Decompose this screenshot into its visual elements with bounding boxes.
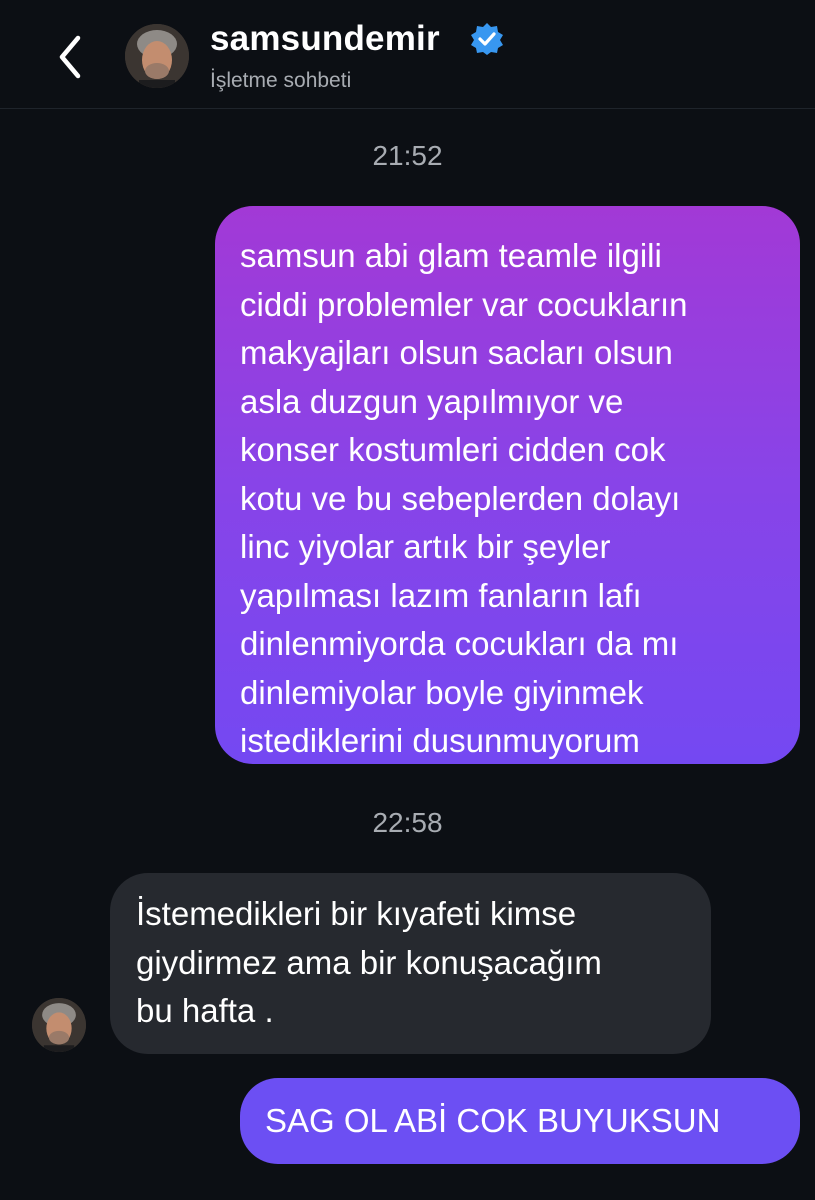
chat-header: samsundemir İşletme sohbeti <box>0 0 815 109</box>
message-line: konser kostumleri cidden cok <box>240 431 666 468</box>
sender-avatar[interactable] <box>32 998 86 1052</box>
contact-avatar[interactable] <box>125 24 189 88</box>
message-line: yapılması lazım fanların lafı <box>240 576 642 614</box>
verified-badge-icon <box>470 22 504 56</box>
message-line: istediklerini dusunmuyorum <box>240 722 640 759</box>
message-line: samsun abi glam teamle ilgili <box>240 237 662 274</box>
message-line: ciddi problemler var cocukların <box>240 285 688 323</box>
message-line: makyajları olsun sacları olsun <box>240 334 673 371</box>
message-line: bu hafta . <box>136 992 274 1029</box>
message-line: giydirmez ama bir konuşacağım <box>136 943 602 981</box>
outgoing-message-bubble[interactable]: SAG OL ABİ COK BUYUKSUN <box>240 1078 800 1164</box>
message-text: SAG OL ABİ COK BUYUKSUN <box>265 1102 721 1139</box>
message-line: İstemedikleri bir kıyafeti kimse <box>136 895 577 932</box>
back-button[interactable] <box>50 30 90 84</box>
message-timestamp: 22:58 <box>372 807 443 838</box>
avatar-photo-icon <box>125 24 189 88</box>
outgoing-message-bubble[interactable]: samsun abi glam teamle ilgili ciddi prob… <box>215 206 800 764</box>
contact-name[interactable]: samsundemir <box>210 18 440 60</box>
message-timestamp: 21:52 <box>372 140 443 171</box>
message-line: dinlenmiyorda cocukları da mı <box>240 625 679 662</box>
message-line: asla duzgun yapılmıyor ve <box>240 382 624 420</box>
avatar-photo-icon <box>32 998 86 1052</box>
message-line: linc yiyolar artık bir şeyler <box>240 528 611 565</box>
incoming-message-bubble[interactable]: İstemedikleri bir kıyafeti kimse giydirm… <box>110 873 711 1054</box>
chevron-left-icon <box>59 35 81 79</box>
chat-subtitle: İşletme sohbeti <box>210 69 352 92</box>
message-line: kotu ve bu sebeplerden dolayı <box>240 479 681 517</box>
message-line: dinlemiyolar boyle giyinmek <box>240 673 644 711</box>
